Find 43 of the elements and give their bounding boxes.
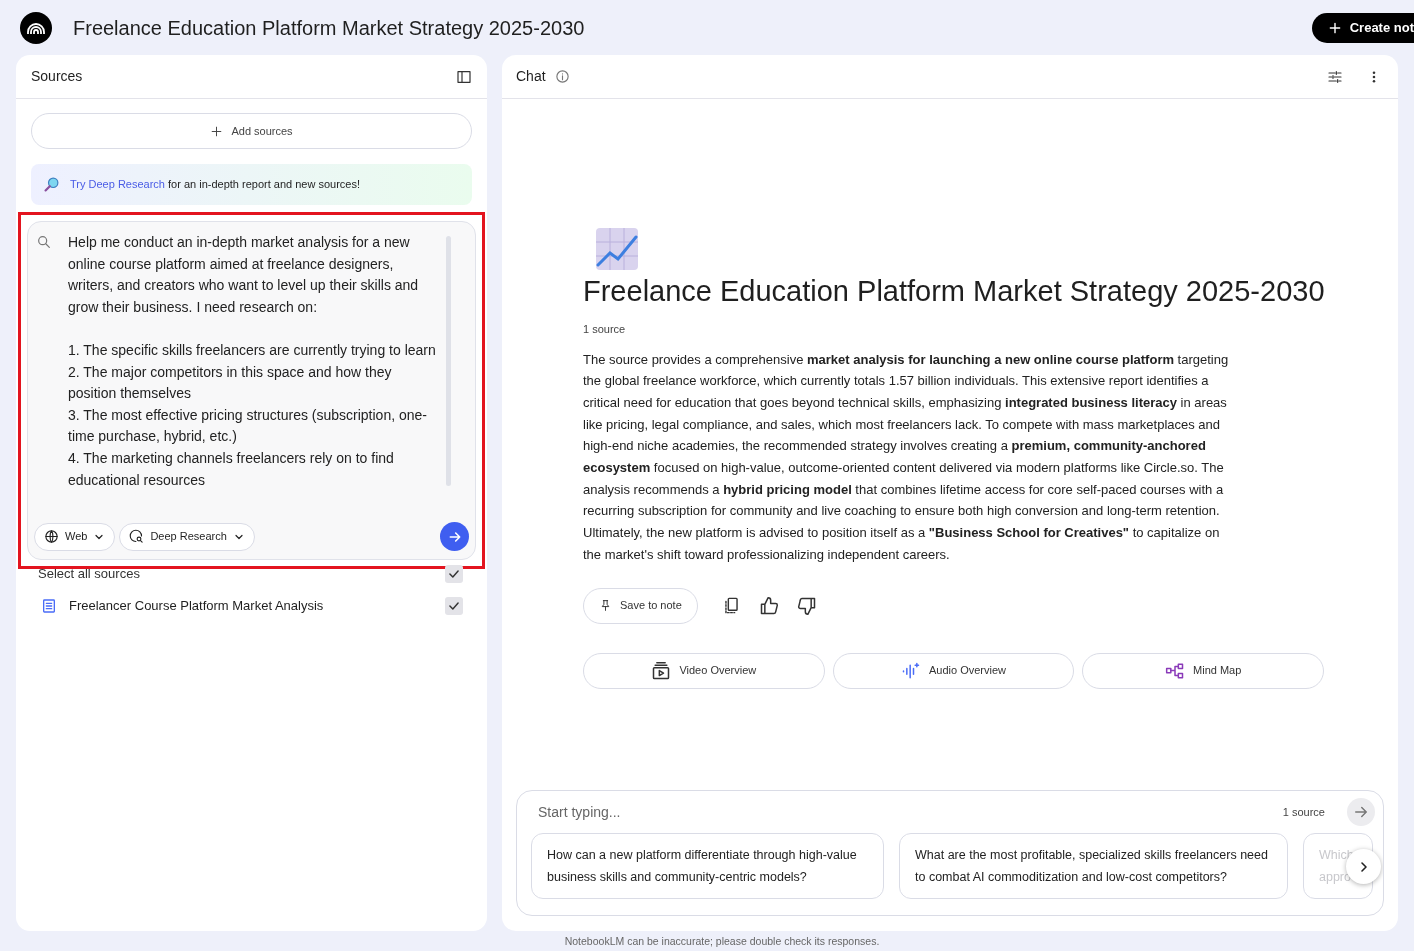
pin-icon [599,599,612,613]
source-count: 1 source [583,322,627,337]
globe-search-icon [129,529,145,544]
thumbs-down-icon[interactable] [796,595,817,616]
deep-research-link[interactable]: Try Deep Research [70,178,165,191]
checkmark-icon [447,599,461,613]
waveform-icon [901,660,921,681]
mode-dropdown[interactable]: Web [34,522,116,551]
panel-toggle-icon[interactable] [456,68,472,85]
mode-dropdown[interactable]: Deep Research [119,522,255,551]
globe-icon [44,529,59,544]
notebook-heading: Freelance Education Platform Market Strategy 2025-2030 [583,274,1326,309]
chart-emoji-icon [595,227,639,271]
create-notebook-button[interactable]: Create not [1311,12,1414,43]
plus-icon [210,124,224,138]
search-icon [36,234,52,250]
panel-title: Chat [516,67,546,86]
disclaimer-text: NotebookLM can be inaccurate; please double check its responses. [563,934,881,949]
source-checkbox[interactable] [445,597,463,615]
info-icon[interactable] [554,69,570,84]
chat-input-field[interactable]: Start typing... [538,801,1283,823]
submit-button[interactable] [1347,798,1375,826]
suggestion-chip[interactable]: How can a new platform differentiate through high-value business skills and community-centric models? [531,833,884,899]
document-icon [41,598,57,614]
magnifier-icon [43,176,60,193]
settings-sliders-icon[interactable] [1327,68,1343,85]
plus-icon [1327,20,1342,35]
summary-text: The source provides a comprehensive market analysis for launching a new online course platform targeting the global freelance workforce, which currently totals 1.57 billion individuals. This extensive report identifies a critical need for education that goes beyond technical skills, emphasizing integrated business literacy in areas like pricing, legal compliance, and sales, which most freelancers lack. To compete with mass marketplaces and high-end niche academies, the recommended strategy involves creating a premium, community-anchored ecosystem focused on high-value, outcome-oriented content delivered via modern platforms like Circle.so. The analysis recommends a hybrid pricing model that combines lifetime access for core self-paced courses with a recurring subscription for community and live coaching to ensure both high conversion and long-term retention. Ultimately, the new platform is advised to position itself as a "Business School for Creatives" to capitalize on the market's shift toward professionalizing independent careers. [583,350,1230,564]
prompt-field[interactable]: Help me conduct an in-depth market analysis for a new online course platform aimed at freelance designers, writers, and creators who want to level up their skills and grow their business. I need research on: 1. The specific skills freelancers are currently trying to learn 2. The major competitors in this space and how they position themselves 3. The most effective pricing structures (subscription, one-time purchase, hybrid, etc.) 4. The marketing channels freelancers rely on to find educational resources [68,232,436,509]
select-all-label: Select all sources [38,565,140,584]
select-all-checkbox[interactable] [445,565,463,583]
logo-icon[interactable] [20,11,52,44]
video-icon [651,660,672,681]
banner-text: Try Deep Research for an in-depth report and new sources! [70,177,361,193]
panel-title: Sources [31,67,83,86]
more-icon[interactable] [1372,70,1376,83]
suggestion-chip[interactable]: What are the most profitable, specialized skills freelancers need to combat AI commoditization and low-cost competitors? [899,833,1288,899]
notebook-title: Freelance Education Platform Market Strategy 2025-2030 [73,15,585,41]
source-title[interactable]: Freelancer Course Platform Market Analysis [69,596,433,616]
checkmark-icon [447,567,461,581]
send-button[interactable] [440,522,469,551]
source-count: 1 source [1282,804,1325,820]
thumbs-up-icon[interactable] [758,595,779,616]
